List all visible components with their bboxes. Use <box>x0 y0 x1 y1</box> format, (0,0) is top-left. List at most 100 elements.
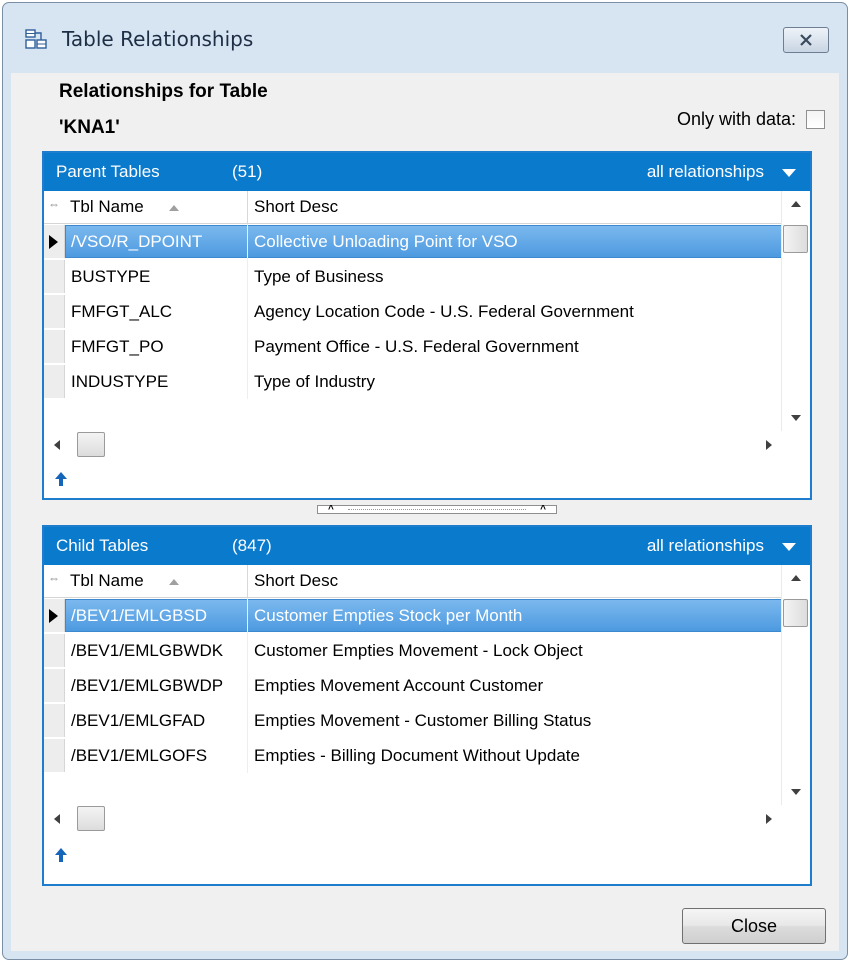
row-selector[interactable] <box>44 295 65 328</box>
table-row[interactable]: /VSO/R_DPOINT Collective Unloading Point… <box>44 224 810 259</box>
row-selector[interactable] <box>44 330 65 363</box>
cell-short-desc: Empties Movement - Customer Billing Stat… <box>254 711 592 730</box>
scroll-thumb[interactable] <box>77 806 105 831</box>
child-relationship-filter[interactable]: all relationships <box>647 536 764 556</box>
table-row[interactable]: /BEV1/EMLGBSD Customer Empties Stock per… <box>44 598 810 633</box>
window-title: Table Relationships <box>62 27 254 51</box>
cell-short-desc: Collective Unloading Point for VSO <box>254 232 518 251</box>
dialog-content: Relationships for Table 'KNA1' Only with… <box>11 73 839 951</box>
parent-vertical-scrollbar[interactable] <box>781 191 810 431</box>
window-close-button[interactable] <box>783 27 829 53</box>
cell-tbl-name: /BEV1/EMLGFAD <box>71 711 206 730</box>
cell-short-desc: Empties - Billing Document Without Updat… <box>254 746 580 765</box>
parent-rows: /VSO/R_DPOINT Collective Unloading Point… <box>44 224 810 399</box>
child-horizontal-scrollbar[interactable] <box>44 805 782 833</box>
cell-tbl-name: /BEV1/EMLGBSD <box>71 606 208 625</box>
close-button[interactable]: Close <box>682 908 826 944</box>
panel-splitter[interactable]: ^ ^ <box>317 504 557 515</box>
child-rows: /BEV1/EMLGBSD Customer Empties Stock per… <box>44 598 810 773</box>
navigate-up-icon[interactable] <box>54 471 68 487</box>
table-relationships-icon <box>25 29 47 49</box>
child-tables-grid: ⇔ Tbl Name Short Desc /BEV1/EMLGBSD Cust… <box>44 565 810 805</box>
grid-header: ⇔ Tbl Name Short Desc <box>44 565 810 598</box>
scroll-thumb[interactable] <box>783 225 808 253</box>
caret-up-icon: ^ <box>540 504 546 515</box>
column-header-tbl-name[interactable]: Tbl Name <box>70 571 144 591</box>
table-row[interactable]: /BEV1/EMLGFAD Empties Movement - Custome… <box>44 703 810 738</box>
parent-tables-header: Parent Tables (51) all relationships <box>44 153 810 191</box>
caret-up-icon: ^ <box>328 504 334 515</box>
row-selector[interactable] <box>44 225 65 258</box>
current-row-icon <box>49 609 58 623</box>
row-selector[interactable] <box>44 739 65 772</box>
navigate-up-icon[interactable] <box>54 847 68 863</box>
heading-table-name: 'KNA1' <box>59 117 120 138</box>
grid-header: ⇔ Tbl Name Short Desc <box>44 191 810 224</box>
parent-tables-panel: Parent Tables (51) all relationships ⇔ T… <box>42 151 812 500</box>
scroll-thumb[interactable] <box>783 599 808 627</box>
row-selector[interactable] <box>44 704 65 737</box>
child-tables-header: Child Tables (847) all relationships <box>44 527 810 565</box>
row-selector[interactable] <box>44 634 65 667</box>
table-row[interactable]: FMFGT_ALC Agency Location Code - U.S. Fe… <box>44 294 810 329</box>
scroll-left-icon[interactable] <box>54 440 60 450</box>
cell-short-desc: Empties Movement Account Customer <box>254 676 544 695</box>
column-resize-icon[interactable]: ⇔ <box>48 197 60 211</box>
column-resize-icon[interactable]: ⇔ <box>48 571 60 585</box>
cell-tbl-name: INDUSTYPE <box>71 372 169 391</box>
sort-ascending-icon <box>169 579 179 585</box>
column-header-tbl-name[interactable]: Tbl Name <box>70 197 144 217</box>
dialog-window: Table Relationships Relationships for Ta… <box>2 2 848 960</box>
only-with-data-filter: Only with data: <box>677 109 825 130</box>
scroll-left-icon[interactable] <box>54 814 60 824</box>
child-vertical-scrollbar[interactable] <box>781 565 810 805</box>
cell-tbl-name: /BEV1/EMLGBWDP <box>71 676 224 695</box>
close-icon <box>800 34 812 46</box>
row-selector[interactable] <box>44 599 65 632</box>
child-tables-title: Child Tables <box>56 536 149 555</box>
row-selector[interactable] <box>44 669 65 702</box>
chevron-down-icon[interactable] <box>782 169 796 177</box>
parent-horizontal-scrollbar[interactable] <box>44 431 782 459</box>
cell-short-desc: Customer Empties Movement - Lock Object <box>254 641 583 660</box>
scroll-up-icon[interactable] <box>791 575 801 581</box>
parent-tables-grid: ⇔ Tbl Name Short Desc /VSO/R_DPOINT Coll… <box>44 191 810 431</box>
scroll-thumb[interactable] <box>77 432 105 457</box>
child-tables-count: (847) <box>232 536 272 555</box>
chevron-down-icon[interactable] <box>782 543 796 551</box>
parent-tables-title: Parent Tables <box>56 162 160 181</box>
scroll-right-icon[interactable] <box>766 440 772 450</box>
child-tables-panel: Child Tables (847) all relationships ⇔ T… <box>42 525 812 886</box>
cell-short-desc: Type of Industry <box>254 372 375 391</box>
cell-short-desc: Payment Office - U.S. Federal Government <box>254 337 579 356</box>
parent-tables-count: (51) <box>232 162 263 181</box>
scroll-down-icon[interactable] <box>791 789 801 795</box>
scroll-down-icon[interactable] <box>791 415 801 421</box>
only-with-data-checkbox[interactable] <box>806 110 825 129</box>
row-selector[interactable] <box>44 260 65 293</box>
table-row[interactable]: BUSTYPE Type of Business <box>44 259 810 294</box>
column-header-short-desc[interactable]: Short Desc <box>254 571 338 591</box>
cell-short-desc: Customer Empties Stock per Month <box>254 606 523 625</box>
cell-tbl-name: FMFGT_PO <box>71 337 164 356</box>
sort-ascending-icon <box>169 205 179 211</box>
only-with-data-label: Only with data: <box>676 109 796 129</box>
cell-short-desc: Type of Business <box>254 267 384 286</box>
cell-tbl-name: /VSO/R_DPOINT <box>71 232 203 251</box>
table-row[interactable]: /BEV1/EMLGBWDP Empties Movement Account … <box>44 668 810 703</box>
table-row[interactable]: /BEV1/EMLGBWDK Customer Empties Movement… <box>44 633 810 668</box>
table-row[interactable]: /BEV1/EMLGOFS Empties - Billing Document… <box>44 738 810 773</box>
current-row-icon <box>49 235 58 249</box>
parent-relationship-filter[interactable]: all relationships <box>647 162 764 182</box>
table-row[interactable]: FMFGT_PO Payment Office - U.S. Federal G… <box>44 329 810 364</box>
table-row[interactable]: INDUSTYPE Type of Industry <box>44 364 810 399</box>
heading-title: Relationships for Table <box>59 81 268 102</box>
cell-short-desc: Agency Location Code - U.S. Federal Gove… <box>254 302 634 321</box>
scroll-up-icon[interactable] <box>791 201 801 207</box>
row-selector[interactable] <box>44 365 65 398</box>
cell-tbl-name: /BEV1/EMLGOFS <box>71 746 208 765</box>
column-header-short-desc[interactable]: Short Desc <box>254 197 338 217</box>
title-bar[interactable]: Table Relationships <box>3 3 847 73</box>
cell-tbl-name: BUSTYPE <box>71 267 151 286</box>
scroll-right-icon[interactable] <box>766 814 772 824</box>
